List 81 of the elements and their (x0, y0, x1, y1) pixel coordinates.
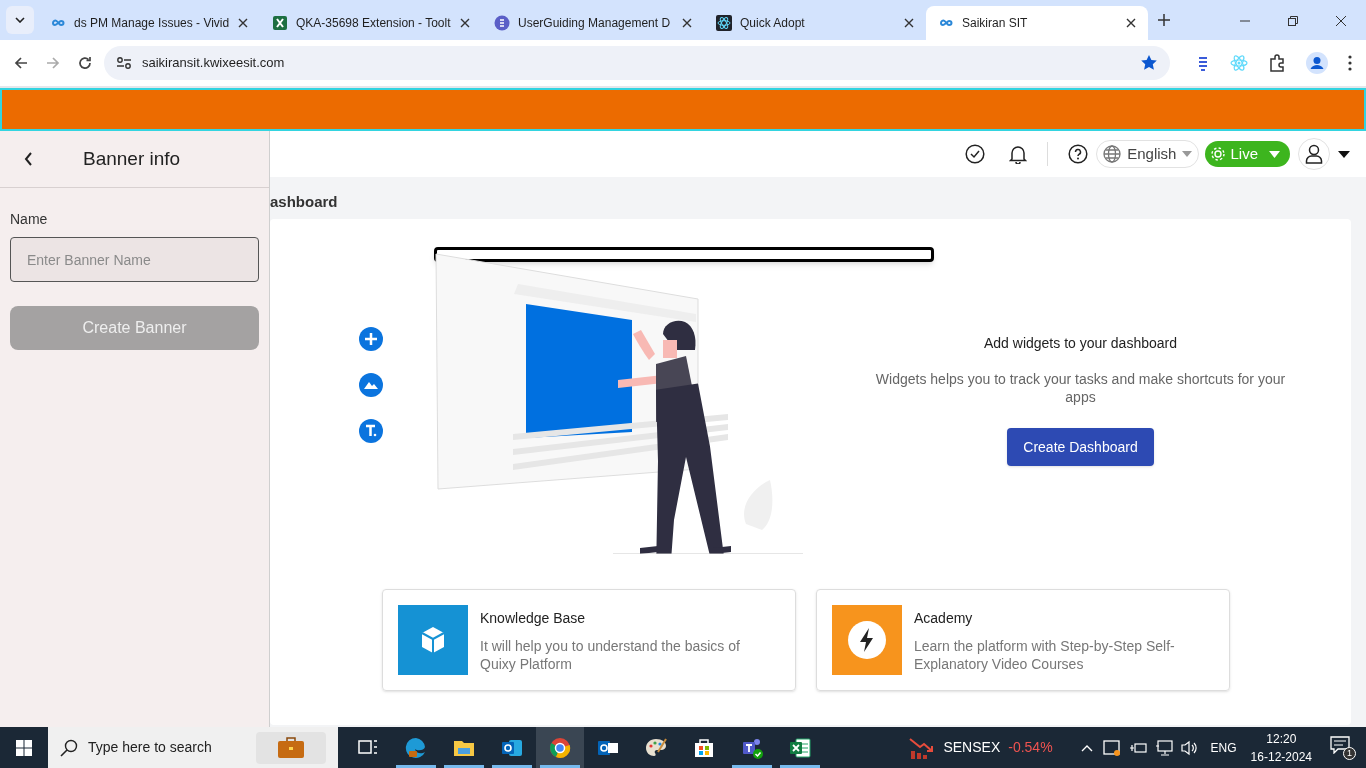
plus-icon[interactable] (1158, 14, 1170, 26)
browser-tab[interactable]: Saikiran SIT (926, 6, 1148, 40)
resource-card[interactable]: Academy Learn the platform with Step-by-Step Self-Explanatory Video Courses (816, 589, 1230, 691)
tab-search-button[interactable] (6, 6, 34, 34)
clock[interactable]: 12:20 16-12-2024 (1250, 729, 1312, 766)
notification-center-button[interactable]: 1 (1330, 735, 1356, 760)
chevron-up-icon[interactable] (1080, 743, 1093, 752)
chrome-browser-icon (548, 735, 572, 760)
page-title: ashboard (270, 193, 339, 211)
close-icon[interactable] (1126, 18, 1136, 28)
tab-title: QKA-35698 Extension - Toolt (296, 15, 452, 32)
site-settings-icon[interactable] (116, 56, 132, 70)
cube-icon (420, 626, 446, 654)
lightning-icon (847, 620, 887, 660)
text-icon[interactable] (359, 419, 383, 443)
url-text: saikiransit.kwixeesit.com (142, 54, 286, 73)
message-icon (1330, 735, 1350, 754)
close-icon[interactable] (460, 18, 470, 28)
check-circle-icon[interactable] (965, 144, 986, 164)
input-language[interactable]: ENG (1210, 738, 1237, 757)
back-arrow-icon[interactable] (14, 56, 28, 70)
user-icon (1305, 144, 1323, 164)
browser-tab[interactable]: Quick Adopt (704, 6, 926, 40)
tab-title: UserGuiding Management D (518, 15, 672, 32)
image-icon[interactable] (359, 373, 383, 397)
star-icon[interactable] (1140, 54, 1158, 72)
network-icon[interactable] (1154, 739, 1173, 756)
panel-title: Banner info (83, 146, 181, 171)
close-icon[interactable] (682, 18, 692, 28)
chevron-down-icon (15, 17, 25, 23)
bell-icon[interactable] (1009, 144, 1028, 164)
caret-down-icon[interactable] (1338, 150, 1350, 158)
edge-browser-icon (404, 735, 428, 760)
resource-title: Academy (914, 608, 974, 628)
resource-description: It will help you to understand the basics of Quixy Platform (480, 636, 741, 673)
field-label: Name (10, 210, 49, 229)
globe-icon (1103, 145, 1122, 163)
caret-down-icon (1182, 151, 1193, 157)
clock-date: 16-12-2024 (1250, 748, 1312, 766)
browser-tab[interactable]: UserGuiding Management D (482, 6, 704, 40)
plus-icon[interactable] (359, 327, 383, 351)
falling-chart-icon[interactable] (909, 736, 936, 759)
stock-ticker: SENSEX (943, 738, 1001, 757)
browser-tab[interactable]: ds PM Manage Issues - Vivid (38, 6, 260, 40)
puzzle-icon[interactable] (1268, 54, 1286, 72)
browser-tab[interactable]: QKA-35698 Extension - Toolt (260, 6, 482, 40)
address-bar[interactable]: saikiransit.kwixeesit.com (104, 46, 1170, 80)
create-dashboard-button[interactable]: Create Dashboard (1007, 428, 1154, 466)
speaker-icon[interactable] (1180, 739, 1199, 756)
taskbar-search-field[interactable]: Type here to search (48, 727, 338, 768)
reload-icon[interactable] (78, 56, 92, 70)
briefcase-icon (277, 736, 305, 759)
tab-title: Saikiran SIT (962, 15, 1029, 32)
close-icon[interactable] (238, 18, 248, 28)
profile-icon[interactable] (1306, 52, 1328, 74)
stock-change: -0.54% (1008, 738, 1053, 757)
restore-icon[interactable] (1288, 16, 1298, 26)
caret-down-icon (1269, 150, 1280, 158)
tab-title: ds PM Manage Issues - Vivid (74, 15, 230, 32)
back-chevron-icon[interactable] (24, 152, 33, 166)
gear-icon (1209, 145, 1228, 163)
close-icon[interactable] (1336, 16, 1346, 26)
guide-icon (494, 15, 510, 31)
clock-time: 12:20 (1266, 730, 1297, 748)
name-input-field[interactable]: Enter Banner Name (10, 237, 259, 282)
notification-count: 1 (1343, 746, 1356, 760)
resource-card[interactable]: Knowledge Base It will help you to understand the basics of Quixy Platform (382, 589, 796, 691)
spreadsheet-icon (788, 735, 812, 760)
resource-description: Learn the platform with Step-by-Step Self-Explanatory Video Courses (914, 636, 1176, 673)
help-icon[interactable] (1068, 144, 1089, 164)
spreadsheet-icon (272, 15, 288, 31)
atom-icon (716, 15, 732, 31)
tab-title: Quick Adopt (740, 15, 806, 32)
empty-state-heading: Add widgets to your dashboard (984, 334, 1177, 353)
empty-state-description: Widgets helps you to track your tasks and make shortcuts for your apps (874, 370, 1287, 406)
close-icon[interactable] (904, 18, 914, 28)
windows-logo-icon (16, 739, 32, 756)
search-icon (60, 738, 78, 757)
battery-plug-icon[interactable] (1128, 740, 1147, 755)
resource-title: Knowledge Base (480, 608, 587, 628)
more-icon[interactable] (1348, 55, 1352, 71)
